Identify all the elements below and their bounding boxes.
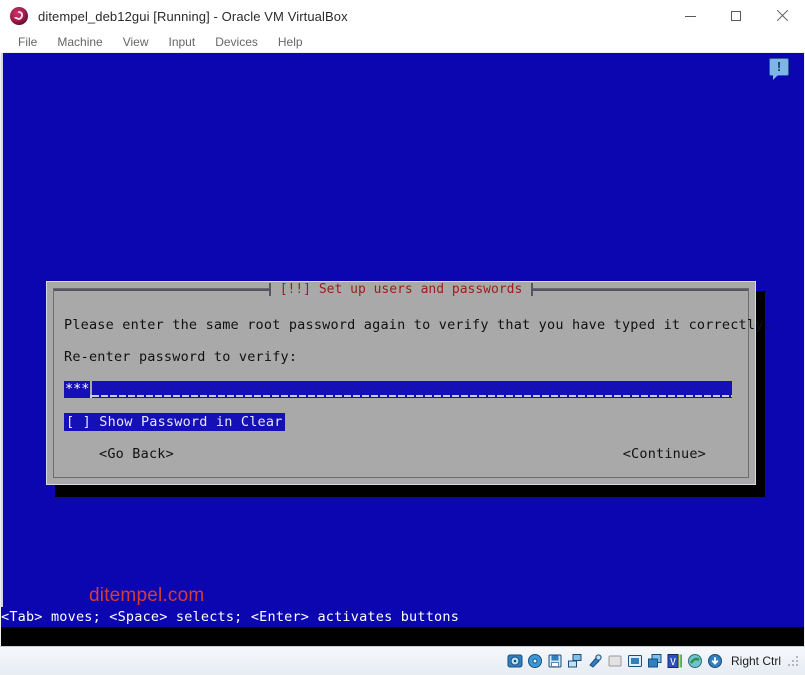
vm-console-screen[interactable]: ditempel.com [!!] Set up users and passw…: [1, 53, 804, 646]
show-password-checkbox[interactable]: [ ] Show Password in Clear: [64, 413, 285, 431]
password-input-remainder: [92, 381, 732, 398]
virtualbox-icon: [10, 7, 28, 25]
svg-text:V: V: [670, 657, 676, 668]
resize-grip[interactable]: [787, 655, 799, 667]
title-rule-left: [54, 288, 269, 291]
watermark-text: ditempel.com: [89, 585, 205, 606]
dialog-field-label: Re-enter password to verify:: [64, 349, 298, 365]
minimize-icon: [684, 15, 696, 17]
maximize-icon: [731, 11, 741, 21]
menu-item-devices[interactable]: Devices: [205, 32, 268, 52]
title-rule-right: [533, 288, 749, 291]
mouse-integration-icon[interactable]: [687, 653, 703, 669]
go-back-button[interactable]: <Go Back>: [99, 446, 174, 462]
floppy-disk-icon[interactable]: [547, 653, 563, 669]
menu-item-input[interactable]: Input: [159, 32, 206, 52]
window-title: ditempel_deb12gui [Running] - Oracle VM …: [38, 8, 348, 24]
virtualbox-statusbar: V Right Ctrl: [0, 646, 805, 675]
usb-icon[interactable]: [587, 653, 603, 669]
virtualbox-window: ditempel_deb12gui [Running] - Oracle VM …: [0, 0, 805, 675]
info-exclamation-icon[interactable]: [769, 58, 789, 80]
console-hint-bar: <Tab> moves; <Space> selects; <Enter> ac…: [1, 607, 804, 627]
close-icon: [776, 10, 788, 22]
menu-item-file[interactable]: File: [8, 32, 47, 52]
dialog-instruction-text: Please enter the same root password agai…: [64, 317, 772, 333]
close-button[interactable]: [759, 0, 805, 32]
continue-button[interactable]: <Continue>: [623, 446, 706, 462]
window-titlebar: ditempel_deb12gui [Running] - Oracle VM …: [0, 0, 805, 33]
maximize-button[interactable]: [713, 0, 759, 32]
menu-item-help[interactable]: Help: [268, 32, 313, 52]
keyboard-capture-icon[interactable]: [707, 653, 723, 669]
virtualization-icon[interactable]: V: [667, 653, 683, 669]
menubar: File Machine View Input Devices Help: [0, 32, 805, 52]
display-icon[interactable]: [627, 653, 643, 669]
password-masked-value: ***: [64, 381, 91, 398]
optical-disk-icon[interactable]: [527, 653, 543, 669]
installer-dialog: [!!] Set up users and passwords Please e…: [46, 281, 772, 485]
installer-dialog-body: [!!] Set up users and passwords Please e…: [53, 282, 772, 478]
console-left-edge: [1, 53, 3, 646]
minimize-button[interactable]: [667, 0, 713, 32]
window-controls: [667, 0, 805, 32]
hard-disk-icon[interactable]: [507, 653, 523, 669]
dialog-title: [!!] Set up users and passwords: [270, 282, 532, 296]
menu-item-machine[interactable]: Machine: [47, 32, 112, 52]
menu-item-view[interactable]: View: [113, 32, 159, 52]
password-input[interactable]: ***: [64, 381, 732, 398]
network-icon[interactable]: [567, 653, 583, 669]
recording-icon[interactable]: [647, 653, 663, 669]
host-key-label: Right Ctrl: [730, 654, 781, 668]
shared-folders-icon[interactable]: [607, 653, 623, 669]
dialog-title-row: [!!] Set up users and passwords: [54, 282, 749, 296]
console-bottom-filler: [1, 627, 804, 646]
